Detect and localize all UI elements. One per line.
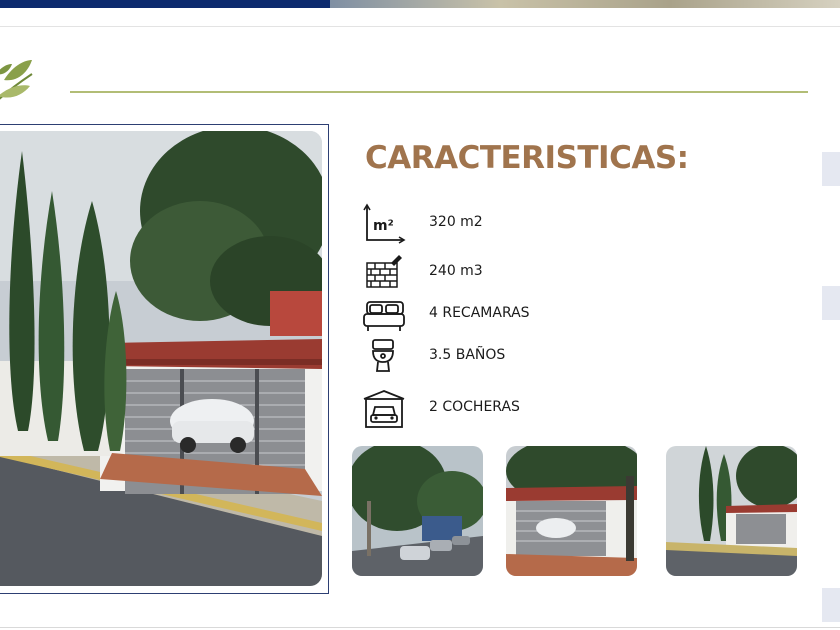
garage-car-icon — [361, 387, 407, 429]
feature-volume: 240 m3 — [361, 251, 801, 293]
header-accent-line — [70, 91, 808, 93]
feature-garage: 2 COCHERAS — [361, 387, 801, 429]
feature-bedrooms-text: 4 RECAMARAS — [429, 305, 530, 321]
bed-icon — [361, 293, 407, 335]
bottom-divider — [0, 627, 840, 628]
toilet-icon — [361, 335, 407, 377]
house-thumbnail-1[interactable] — [352, 446, 483, 576]
feature-area: m² 320 m2 — [361, 202, 801, 244]
leaf-decoration-icon — [0, 52, 40, 112]
side-tab-2 — [822, 286, 840, 320]
house-thumbnail-2[interactable] — [506, 446, 637, 576]
brick-wall-icon — [361, 251, 407, 293]
section-title: CARACTERISTICAS: — [365, 140, 689, 176]
side-tab-1 — [822, 152, 840, 186]
side-tab-3 — [822, 588, 840, 622]
house-main-photo[interactable] — [0, 131, 322, 586]
banner-photo-strip — [330, 0, 840, 8]
feature-volume-text: 240 m3 — [429, 263, 483, 279]
top-divider — [0, 26, 840, 27]
feature-area-text: 320 m2 — [429, 214, 483, 230]
area-m2-icon: m² — [361, 202, 407, 244]
area-icon-label: m² — [373, 218, 394, 234]
feature-bathrooms-text: 3.5 BAÑOS — [429, 347, 506, 363]
house-thumbnail-3[interactable] — [666, 446, 797, 576]
feature-bedrooms: 4 RECAMARAS — [361, 293, 801, 335]
feature-bathrooms: 3.5 BAÑOS — [361, 335, 801, 377]
feature-garage-text: 2 COCHERAS — [429, 399, 520, 415]
top-banner-strip — [0, 0, 840, 8]
